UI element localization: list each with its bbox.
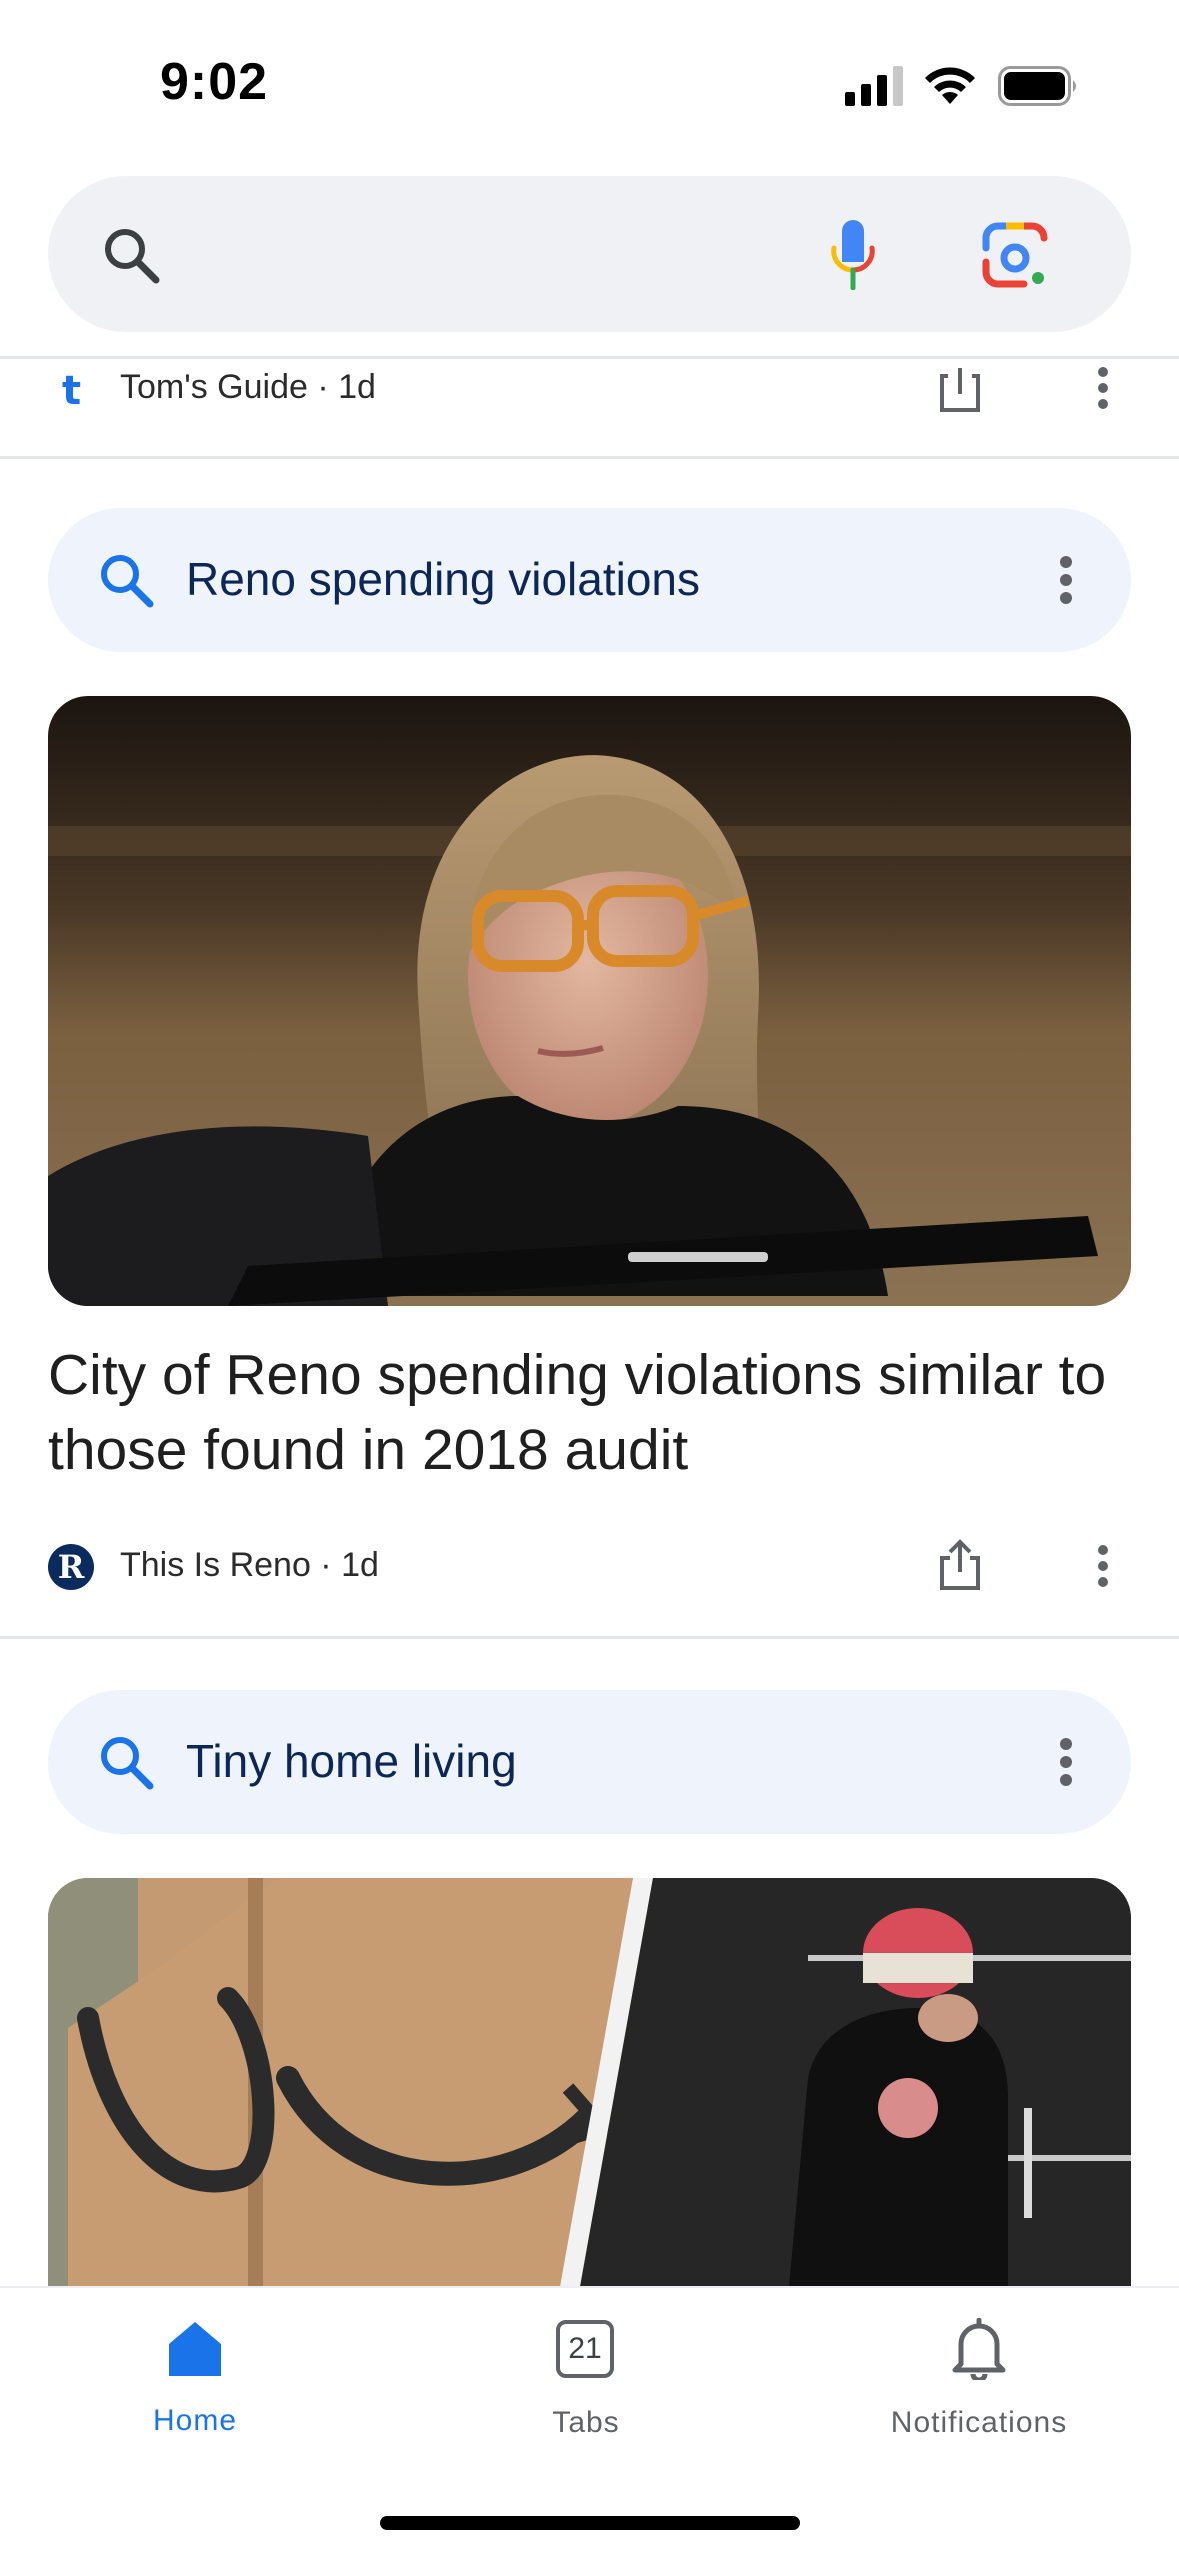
nav-tabs[interactable]: 21 Tabs (436, 2288, 736, 2439)
nav-notifications[interactable]: Notifications (829, 2288, 1129, 2439)
topic-label: Reno spending violations (186, 553, 701, 605)
topic-label: Tiny home living (186, 1735, 517, 1787)
source-row-this-is-reno: R This Is Reno · 1d (0, 1536, 1179, 1596)
tabs-count-icon: 21 (556, 2320, 614, 2378)
nav-notifications-label: Notifications (890, 2406, 1068, 2439)
search-bar[interactable] (48, 176, 1131, 332)
article-image[interactable] (48, 696, 1131, 1306)
article-photo-woman-glasses (48, 696, 1131, 1306)
article-photo-box-house (48, 1878, 1131, 2298)
article-image[interactable] (48, 1878, 1131, 2298)
source-label: Tom's Guide · 1d (120, 368, 376, 406)
search-icon (101, 555, 154, 608)
article-headline[interactable]: City of Reno spending violations similar… (48, 1338, 1108, 1488)
more-options-icon[interactable] (1059, 1736, 1073, 1788)
nav-tabs-label: Tabs (552, 2406, 620, 2439)
status-time: 9:02 (160, 53, 269, 111)
bell-icon (952, 2318, 1006, 2380)
search-icon (101, 1737, 154, 1790)
nav-home[interactable]: Home (45, 2288, 345, 2438)
status-bar: 9:02 (0, 0, 1179, 170)
battery-icon (998, 66, 1076, 106)
home-indicator[interactable] (380, 2516, 800, 2530)
home-icon (169, 2322, 221, 2376)
search-icon (105, 229, 160, 284)
divider (0, 456, 1179, 459)
share-icon[interactable] (938, 364, 982, 414)
toms-guide-logo-icon: t (62, 368, 82, 414)
divider (0, 356, 1179, 359)
nav-home-label: Home (152, 2404, 238, 2437)
topic-pill-reno-spending[interactable]: Reno spending violations (48, 508, 1131, 652)
more-options-icon[interactable] (1097, 366, 1109, 410)
share-icon[interactable] (938, 1538, 982, 1592)
wifi-icon (925, 67, 975, 104)
topic-pill-tiny-home[interactable]: Tiny home living (48, 1690, 1131, 1834)
google-lens-icon[interactable] (980, 220, 1050, 290)
microphone-icon[interactable] (828, 218, 878, 290)
source-label: This Is Reno · 1d (120, 1546, 379, 1584)
divider (0, 1636, 1179, 1639)
more-options-icon[interactable] (1059, 554, 1073, 606)
source-row-toms-guide: t Tom's Guide · 1d (0, 360, 1179, 414)
cellular-signal-icon (845, 66, 903, 106)
this-is-reno-logo-icon: R (48, 1544, 94, 1590)
more-options-icon[interactable] (1097, 1544, 1109, 1588)
